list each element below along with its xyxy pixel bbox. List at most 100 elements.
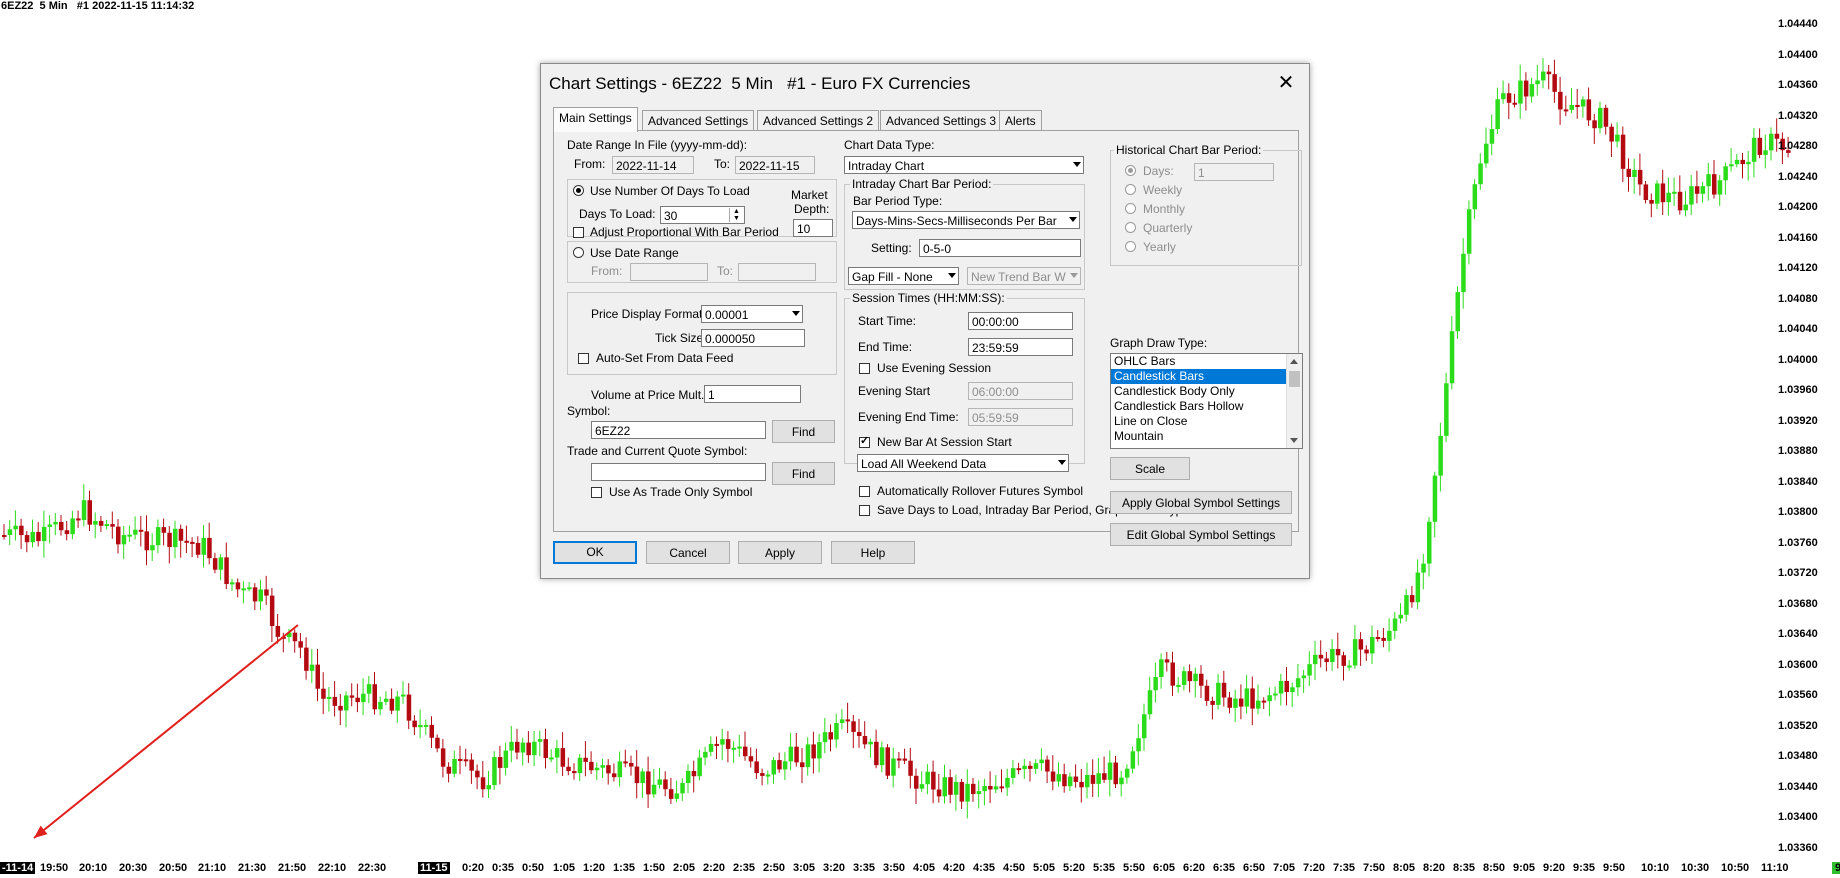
symbol-input[interactable]: 6EZ22 xyxy=(591,421,766,439)
candle-body xyxy=(195,542,201,555)
price-axis-label: 1.04440 xyxy=(1778,18,1818,30)
list-item[interactable]: OHLC Bars xyxy=(1111,354,1302,369)
list-item[interactable]: Candlestick Body Only xyxy=(1111,384,1302,399)
historical-yearly-radio[interactable] xyxy=(1125,241,1136,252)
use-date-range-radio[interactable] xyxy=(573,247,584,258)
candle-body xyxy=(1746,161,1751,165)
chart-data-type-select[interactable]: Intraday Chart xyxy=(844,156,1084,174)
apply-button[interactable]: Apply xyxy=(738,541,822,564)
save-defaults-checkbox[interactable] xyxy=(859,505,870,516)
historical-monthly-radio[interactable] xyxy=(1125,203,1136,214)
gap-fill-select[interactable]: Gap Fill - None xyxy=(848,267,959,285)
file-to-field: 2022-11-15 xyxy=(735,156,815,174)
candle-body xyxy=(1398,614,1403,619)
bar-period-type-select[interactable]: Days-Mins-Secs-Milliseconds Per Bar xyxy=(852,211,1080,229)
candle-body xyxy=(1022,765,1027,770)
candle-body xyxy=(1455,292,1460,332)
adjust-proportional-checkbox[interactable] xyxy=(573,227,584,238)
end-time-input[interactable]: 23:59:59 xyxy=(968,338,1073,356)
scrollbar-thumb[interactable] xyxy=(1289,371,1300,387)
weekend-data-select[interactable]: Load All Weekend Data xyxy=(857,454,1069,472)
price-display-format-select[interactable]: 0.00001 xyxy=(701,305,803,323)
candle-body xyxy=(1147,690,1153,715)
candle-body xyxy=(298,641,303,648)
apply-global-symbol-settings-button[interactable]: Apply Global Symbol Settings xyxy=(1110,491,1292,514)
list-scrollbar[interactable] xyxy=(1286,354,1302,448)
price-axis-label: 1.03720 xyxy=(1778,567,1818,579)
candle-body xyxy=(646,771,651,795)
price-axis-label: 1.04080 xyxy=(1778,292,1818,305)
candle-body xyxy=(1660,183,1666,203)
candle-body xyxy=(777,760,782,770)
find-trade-symbol-button[interactable]: Find xyxy=(772,462,835,485)
candle-body xyxy=(184,540,189,543)
close-icon[interactable]: ✕ xyxy=(1273,70,1299,96)
scale-button[interactable]: Scale xyxy=(1110,457,1190,480)
list-item[interactable]: Candlestick Bars xyxy=(1111,369,1302,384)
ok-button[interactable]: OK xyxy=(553,541,637,564)
candle-body xyxy=(1535,80,1540,85)
use-days-radio[interactable] xyxy=(573,185,584,196)
historical-days-radio[interactable] xyxy=(1125,165,1136,176)
list-item[interactable]: Candlestick Bars Hollow xyxy=(1111,399,1302,414)
historical-days-input[interactable]: 1 xyxy=(1194,163,1274,181)
auto-set-checkbox[interactable] xyxy=(578,353,589,364)
list-item[interactable]: Mountain xyxy=(1111,429,1302,444)
new-bar-session-checkbox[interactable] xyxy=(859,434,870,448)
tab-advanced-settings[interactable]: Advanced Settings xyxy=(642,110,755,131)
candle-body xyxy=(1295,678,1301,688)
chevron-up-icon[interactable] xyxy=(1290,359,1298,364)
start-time-input[interactable]: 00:00:00 xyxy=(968,312,1073,330)
chevron-down-icon xyxy=(792,311,800,316)
trade-symbol-input[interactable] xyxy=(591,463,766,481)
candle-body xyxy=(817,742,822,759)
setting-input[interactable]: 0-5-0 xyxy=(919,239,1081,257)
market-depth-input[interactable]: 10 xyxy=(793,219,833,237)
tab-advanced-settings-3[interactable]: Advanced Settings 3 xyxy=(880,110,1003,131)
candle-body xyxy=(344,695,349,711)
candle-body xyxy=(247,587,252,590)
auto-rollover-checkbox[interactable] xyxy=(859,486,870,497)
price-axis-label: 1.04120 xyxy=(1778,262,1818,274)
candle-body xyxy=(1358,639,1364,650)
tab-advanced-settings-2[interactable]: Advanced Settings 2 xyxy=(757,110,880,131)
chart-title: 6EZ22 5 Min #1 2022-11-15 11:14:32 xyxy=(1,0,195,12)
candle-body xyxy=(1067,776,1073,787)
candle-body xyxy=(532,741,537,756)
candle-body xyxy=(1757,137,1763,155)
candle-body xyxy=(98,520,104,526)
candle-body xyxy=(651,784,657,795)
help-button[interactable]: Help xyxy=(831,541,915,564)
find-symbol-button[interactable]: Find xyxy=(772,420,835,443)
candle-body xyxy=(868,741,873,745)
new-trend-select[interactable]: New Trend Bar W xyxy=(967,267,1081,285)
historical-weekly-radio[interactable] xyxy=(1125,184,1136,195)
range-to-input[interactable] xyxy=(738,263,816,281)
edit-global-symbol-settings-button[interactable]: Edit Global Symbol Settings xyxy=(1110,523,1292,546)
historical-quarterly-radio[interactable] xyxy=(1125,222,1136,233)
trade-only-checkbox[interactable] xyxy=(591,487,602,498)
time-axis-label: 1:35 xyxy=(613,862,636,874)
evening-end-input[interactable]: 05:59:59 xyxy=(968,408,1073,426)
use-evening-checkbox[interactable] xyxy=(859,363,870,374)
cancel-button[interactable]: Cancel xyxy=(646,541,730,564)
candle-body xyxy=(127,534,132,537)
use-evening-label: Use Evening Session xyxy=(877,361,992,375)
chevron-down-icon[interactable] xyxy=(1290,438,1298,443)
range-from-input[interactable] xyxy=(630,263,708,281)
list-item[interactable]: Line on Close xyxy=(1111,414,1302,429)
tab-alerts[interactable]: Alerts xyxy=(999,110,1042,131)
evening-start-input[interactable]: 06:00:00 xyxy=(968,382,1073,400)
tab-main-settings[interactable]: Main Settings xyxy=(553,107,638,132)
graph-draw-type-list[interactable]: OHLC Bars Candlestick Bars Candlestick B… xyxy=(1110,353,1303,449)
volume-mult-input[interactable]: 1 xyxy=(704,385,801,403)
spinner-icon[interactable]: ▲ ▼ xyxy=(729,208,743,222)
candle-body xyxy=(811,744,816,759)
candle-body xyxy=(412,720,417,728)
candle-body xyxy=(1609,126,1614,142)
candle-body xyxy=(834,723,839,740)
candle-body xyxy=(714,743,719,746)
days-to-load-input[interactable]: 30 ▲ ▼ xyxy=(660,206,745,224)
tick-size-input[interactable]: 0.000050 xyxy=(701,329,805,347)
end-time-label: End Time: xyxy=(858,340,913,354)
